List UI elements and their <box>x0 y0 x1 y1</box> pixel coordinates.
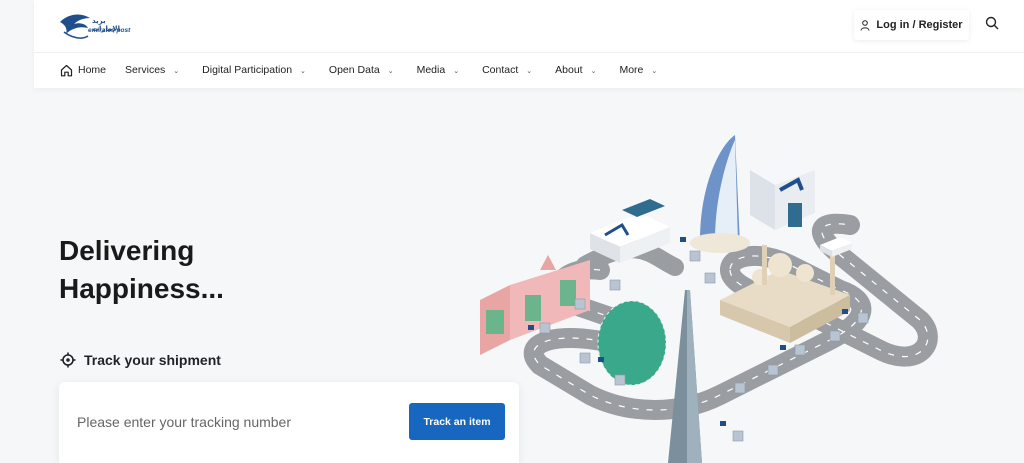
nav-item-about[interactable]: About ⌄ <box>555 64 596 76</box>
search-icon <box>985 16 999 30</box>
nav-label-more: More <box>619 64 644 76</box>
chevron-down-icon: ⌄ <box>590 68 597 75</box>
nav-item-open-data[interactable]: Open Data ⌄ <box>329 64 394 76</box>
chevron-down-icon: ⌄ <box>387 68 394 75</box>
hero-title-line1: Delivering <box>59 235 195 266</box>
track-heading: Track your shipment <box>60 352 221 368</box>
delivery-city-illustration <box>400 95 1024 463</box>
chevron-down-icon: ⌄ <box>651 68 658 75</box>
nav-item-services[interactable]: Services ⌄ <box>125 64 179 76</box>
header-divider <box>34 52 1024 53</box>
nav-label-media: Media <box>416 64 446 76</box>
search-button[interactable] <box>985 16 999 30</box>
nav-label-home: Home <box>78 64 107 76</box>
track-heading-label: Track your shipment <box>84 352 221 368</box>
chevron-down-icon: ⌄ <box>526 68 533 75</box>
chevron-down-icon: ⌄ <box>453 68 460 75</box>
nav-item-more[interactable]: More ⌄ <box>619 64 657 76</box>
nav-label-contact: Contact <box>482 64 519 76</box>
nav-label-digital-participation: Digital Participation <box>202 64 293 76</box>
nav-label-open-data: Open Data <box>328 64 380 76</box>
main-nav: Home Services ⌄ Digital Participation ⌄ … <box>60 62 657 78</box>
user-icon <box>860 19 870 31</box>
chevron-down-icon: ⌄ <box>173 68 180 75</box>
target-icon <box>60 352 76 368</box>
chevron-down-icon: ⌄ <box>300 68 306 75</box>
hero-title: Delivering Happiness... <box>59 232 319 308</box>
tracking-number-input[interactable] <box>77 410 397 434</box>
nav-item-home[interactable]: Home <box>60 64 106 77</box>
isometric-city-illustration <box>480 135 938 463</box>
hero-title-line2: Happiness... <box>59 273 224 304</box>
nav-label-about: About <box>555 64 583 76</box>
login-register-button[interactable]: Log in / Register <box>854 10 969 40</box>
nav-item-media[interactable]: Media ⌄ <box>417 64 459 76</box>
logo-text-english: emirates post <box>88 27 131 34</box>
nav-label-services: Services <box>125 64 166 76</box>
nav-item-digital-participation[interactable]: Digital Participation ⌄ <box>202 64 306 76</box>
home-icon <box>60 64 73 77</box>
site-header: بريد الإمارات emirates post Log in / Reg… <box>34 0 1024 88</box>
nav-item-contact[interactable]: Contact ⌄ <box>482 64 532 76</box>
emirates-post-logo[interactable]: بريد الإمارات emirates post <box>58 8 134 44</box>
login-register-label: Log in / Register <box>876 19 963 31</box>
